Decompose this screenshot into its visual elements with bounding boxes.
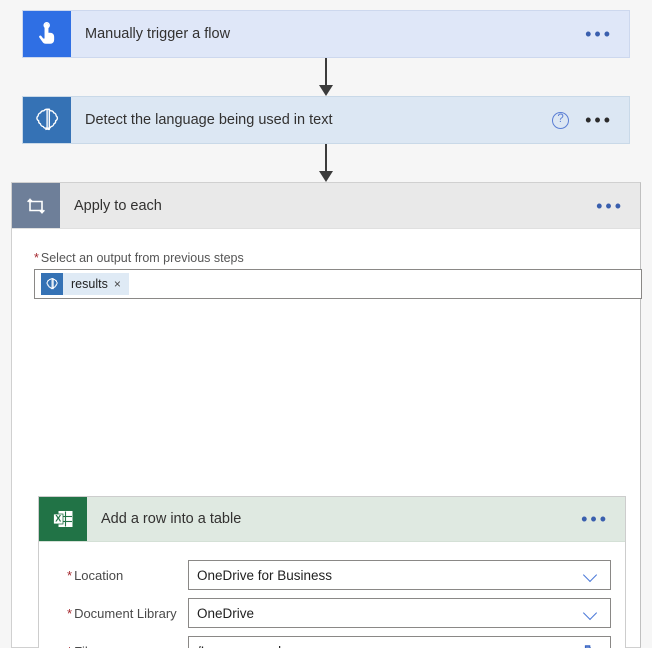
flow-scope-apply-to-each: Apply to each ••• * Select an output from… [11,182,642,648]
brain-cognitive-icon [23,97,71,143]
form-label-text: Location [74,567,124,583]
excel-icon: X [39,497,87,541]
svg-text:X: X [55,514,61,524]
excel-card-body: Add a row into a table [87,497,581,541]
scope-header-actions: ••• [596,183,640,228]
flow-card-detect-language[interactable]: Detect the language being used in text ?… [22,96,630,144]
scope-header[interactable]: Apply to each ••• [12,183,640,229]
scope-more-menu-icon[interactable]: ••• [596,197,624,215]
detect-card-body: Detect the language being used in text [71,97,552,143]
touch-trigger-icon [23,11,71,57]
connector-arrowhead-icon [319,171,333,182]
form-label-text: Document Library [74,605,177,621]
scope-field-label-text: Select an output from previous steps [40,251,244,265]
document-library-dropdown[interactable]: OneDrive [188,598,611,628]
required-marker: * [67,567,73,583]
flow-designer-canvas: Manually trigger a flow ••• Detect the l… [0,0,652,648]
excel-form: * Location OneDrive for Business * Documen… [39,542,625,648]
loop-icon [12,183,60,228]
connector-arrowhead-icon [319,85,333,96]
location-dropdown[interactable]: OneDrive for Business [188,560,611,590]
form-row-file: *File /Languages.xlsx [53,632,611,648]
token-label: results [71,277,108,291]
required-marker: * [67,644,72,648]
required-marker: * [67,605,73,621]
connector-stem [325,144,327,172]
chevron-down-icon[interactable] [584,606,598,620]
excel-card-header[interactable]: X Add a row into a table ••• [39,497,625,542]
form-label-file: *File [53,644,188,648]
excel-more-menu-icon[interactable]: ••• [581,510,609,528]
flow-card-trigger[interactable]: Manually trigger a flow ••• [22,10,630,58]
trigger-card-actions: ••• [585,11,629,57]
token-results[interactable]: results × [41,273,129,295]
document-library-value: OneDrive [197,605,255,621]
detect-card-actions: ? ••• [552,97,629,143]
close-icon[interactable]: × [114,278,129,290]
help-icon[interactable]: ? [552,111,570,129]
scope-output-field: * Select an output from previous steps re… [12,229,642,299]
brain-cognitive-icon [41,273,63,295]
form-label-location: * Location [53,568,188,583]
scope-output-input[interactable]: results × [34,269,642,299]
excel-card-actions: ••• [581,497,625,541]
form-row-location: * Location OneDrive for Business [53,556,611,594]
file-value: /Languages.xlsx [197,644,295,648]
flow-card-add-row-into-table: X Add a row into a table ••• *Location [38,496,626,648]
connector-arrow-detect-to-scope [313,144,339,182]
folder-open-icon[interactable] [584,644,600,648]
form-label-text: File [74,644,95,648]
detect-more-menu-icon[interactable]: ••• [585,111,613,129]
connector-stem [325,58,327,86]
excel-card-title: Add a row into a table [101,511,242,527]
file-picker-input[interactable]: /Languages.xlsx [188,636,611,648]
form-label-document-library: * Document Library [53,606,188,621]
scope-field-label: * Select an output from previous steps [34,251,618,265]
scope-header-body: Apply to each [60,183,596,228]
required-marker: * [34,251,39,265]
detect-title: Detect the language being used in text [85,112,333,128]
chevron-down-icon[interactable] [584,568,598,582]
form-row-document-library: * Document Library OneDrive [53,594,611,632]
scope-title: Apply to each [74,197,162,214]
connector-arrow-trigger-to-detect [313,58,339,96]
trigger-card-body: Manually trigger a flow [71,11,585,57]
trigger-title: Manually trigger a flow [85,26,231,42]
location-value: OneDrive for Business [197,567,333,583]
trigger-more-menu-icon[interactable]: ••• [585,25,613,43]
